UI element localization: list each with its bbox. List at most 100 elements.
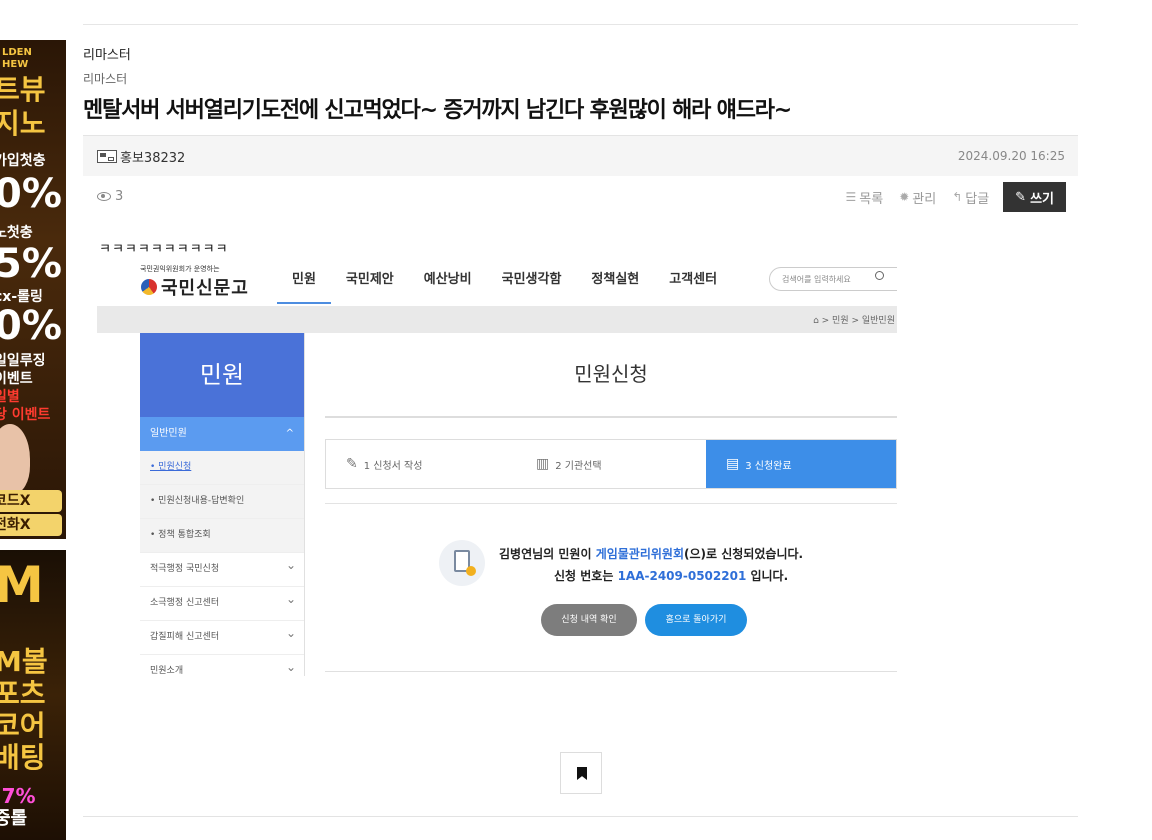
sidebar-item: • 민원신청	[140, 451, 304, 485]
result-text: 입니다.	[746, 569, 789, 583]
ad-text: 코어	[0, 709, 46, 742]
site-tagline: 국민권익위원회가 운영하는	[140, 265, 220, 273]
nav-item: 예산낭비	[423, 272, 472, 287]
post-actions: ☰ 목록 ✹ 관리 ↰ 답글 ✎ 쓰기	[830, 182, 1066, 212]
reply-label: 답글	[965, 191, 990, 207]
reply-arrow-icon: ↰	[952, 190, 963, 204]
post-body-text: ㅋㅋㅋㅋㅋㅋㅋㅋㅋㅋ	[99, 242, 229, 257]
reply-button[interactable]: ↰ 답글	[952, 188, 989, 207]
ad-text: 당 이벤트	[0, 407, 51, 423]
ad-text: 일별	[0, 389, 20, 405]
ad-text: 지노	[0, 107, 46, 140]
step-item: ✎ 1 신청서 작성	[326, 440, 516, 488]
site-nav: 민원 국민제안 예산낭비 국민생각함 정책실현 고객센터	[277, 258, 732, 304]
home-button: 홈으로 돌아가기	[645, 604, 747, 636]
list-button[interactable]: ☰ 목록	[846, 188, 884, 207]
ad-text: 배팅	[0, 741, 46, 774]
page-title: 민원신청	[574, 362, 648, 386]
application-number: 1AA-2409-0502201	[617, 569, 747, 583]
member-id-icon	[97, 150, 117, 163]
nav-item: 민원	[277, 258, 331, 304]
post-author[interactable]: 홍보38232	[97, 147, 185, 166]
ad-text: 노첫충	[0, 225, 33, 241]
bottom-divider	[83, 816, 1078, 817]
post-attached-image: 국민권익위원회가 운영하는 국민신문고 민원 국민제안 예산낭비 국민생각함 정…	[97, 258, 897, 676]
breadcrumb-bar: ⌂ > 민원 > 일반민원	[97, 306, 897, 333]
ad-text: 포츠	[0, 677, 46, 710]
view-count: 3	[97, 189, 123, 204]
result-text: 신청 번호는	[554, 569, 618, 583]
sidebar-item: 소극행정 신고센터	[140, 583, 304, 621]
step-item: ▥ 2 기관선택	[516, 440, 706, 488]
casino-ad-banner[interactable]: LDEN HEW 트뷰 지노 가입첫충 0% 노첫충 5% cx-롤링 0% 일…	[0, 40, 66, 539]
result-message: 김병연님의 민원이 게임물관리위원회(으)로 신청되었습니다.	[499, 545, 803, 562]
sidebar-title: 민원	[140, 333, 304, 417]
sidebar-item: 민원소개	[140, 651, 304, 676]
title-divider	[325, 416, 897, 418]
ad-text: M볼	[0, 645, 48, 678]
result-number-message: 신청 번호는 1AA-2409-0502201 입니다.	[554, 567, 788, 584]
bookmark-button[interactable]	[560, 752, 602, 794]
post-date: 2024.09.20 16:25	[957, 149, 1065, 163]
logo-mark-icon	[141, 279, 157, 295]
step-label: 3 신청완료	[745, 460, 792, 472]
ad-text: 0%	[0, 303, 62, 349]
view-count-value: 3	[115, 189, 124, 204]
ad-text: 0%	[0, 171, 62, 217]
bookmark-icon	[577, 767, 587, 780]
ad-model-image	[0, 424, 30, 494]
list-icon: ☰	[845, 190, 857, 204]
ad-text: 일일루징	[0, 353, 46, 369]
site-search-box: 검색어를 입력하세요	[769, 267, 897, 291]
step-label: 1 신청서 작성	[363, 460, 423, 472]
board-name[interactable]: 리마스터	[83, 44, 131, 63]
author-name: 홍보38232	[120, 151, 186, 166]
sidebar-section: 일반민원	[140, 417, 304, 451]
left-banner-ads: LDEN HEW 트뷰 지노 가입첫충 0% 노첫충 5% cx-롤링 0% 일…	[0, 40, 66, 840]
step-label: 2 기관선택	[555, 460, 602, 472]
result-text: (으)로 신청되었습니다.	[684, 547, 804, 561]
sidebar-item: 적극행정 국민신청	[140, 549, 304, 587]
sidebar-item: • 민원신청내용-답변확인	[140, 485, 304, 519]
ad-text: 트뷰	[0, 73, 46, 106]
ad-text: M	[0, 556, 44, 614]
ad-text: 중롤	[0, 808, 28, 829]
steps-divider	[325, 503, 897, 504]
manage-label: 관리	[912, 191, 937, 207]
check-history-button: 신청 내역 확인	[541, 604, 637, 636]
nav-item: 국민제안	[345, 272, 394, 287]
pencil-icon: ✎	[346, 456, 358, 472]
clipboard-check-icon	[439, 540, 485, 586]
progress-steps: ✎ 1 신청서 작성 ▥ 2 기관선택 ▤ 3 신청완료	[325, 439, 897, 489]
eye-icon	[97, 192, 111, 201]
write-button[interactable]: ✎ 쓰기	[1003, 182, 1066, 212]
ad-text: 코드X	[0, 493, 31, 509]
ad-text: cx-롤링	[0, 289, 43, 305]
list-label: 목록	[859, 191, 884, 207]
manage-button[interactable]: ✹ 관리	[899, 188, 936, 207]
breadcrumb: ⌂ > 민원 > 일반민원	[813, 316, 895, 326]
nav-item: 정책실현	[591, 272, 640, 287]
post-category[interactable]: 리마스터	[83, 70, 127, 87]
post-meta-bar: 홍보38232 2024.09.20 16:25	[83, 135, 1078, 176]
building-icon: ▥	[536, 456, 550, 472]
post-title: 멘탈서버 서버열리기도전에 신고먹었다~ 증거까지 남긴다 후원많이 해라 얘드…	[83, 98, 792, 123]
ad-text: 5%	[0, 241, 62, 287]
ad-text: LDEN	[2, 47, 32, 58]
write-label: 쓰기	[1030, 191, 1054, 207]
site-name: 국민신문고	[161, 278, 249, 299]
ad-text: .7%	[0, 784, 36, 808]
content-divider	[325, 671, 897, 672]
sidebar-item: 갑질피해 신고센터	[140, 617, 304, 655]
gear-icon: ✹	[899, 190, 910, 204]
ad-text: 가입첫충	[0, 153, 46, 169]
site-logo: 국민신문고	[141, 274, 249, 300]
top-divider	[83, 24, 1078, 25]
document-check-icon: ▤	[726, 456, 740, 472]
step-item-active: ▤ 3 신청완료	[706, 440, 896, 488]
sports-ad-banner[interactable]: M M볼 포츠 코어 배팅 .7% 중롤	[0, 550, 66, 840]
ad-text: 전화X	[0, 517, 31, 533]
search-placeholder: 검색어를 입력하세요	[782, 275, 851, 284]
nav-item: 국민생각함	[501, 272, 562, 287]
site-sidebar: 민원 일반민원 • 민원신청 • 민원신청내용-답변확인 • 정책 통합조회 적…	[140, 333, 305, 676]
